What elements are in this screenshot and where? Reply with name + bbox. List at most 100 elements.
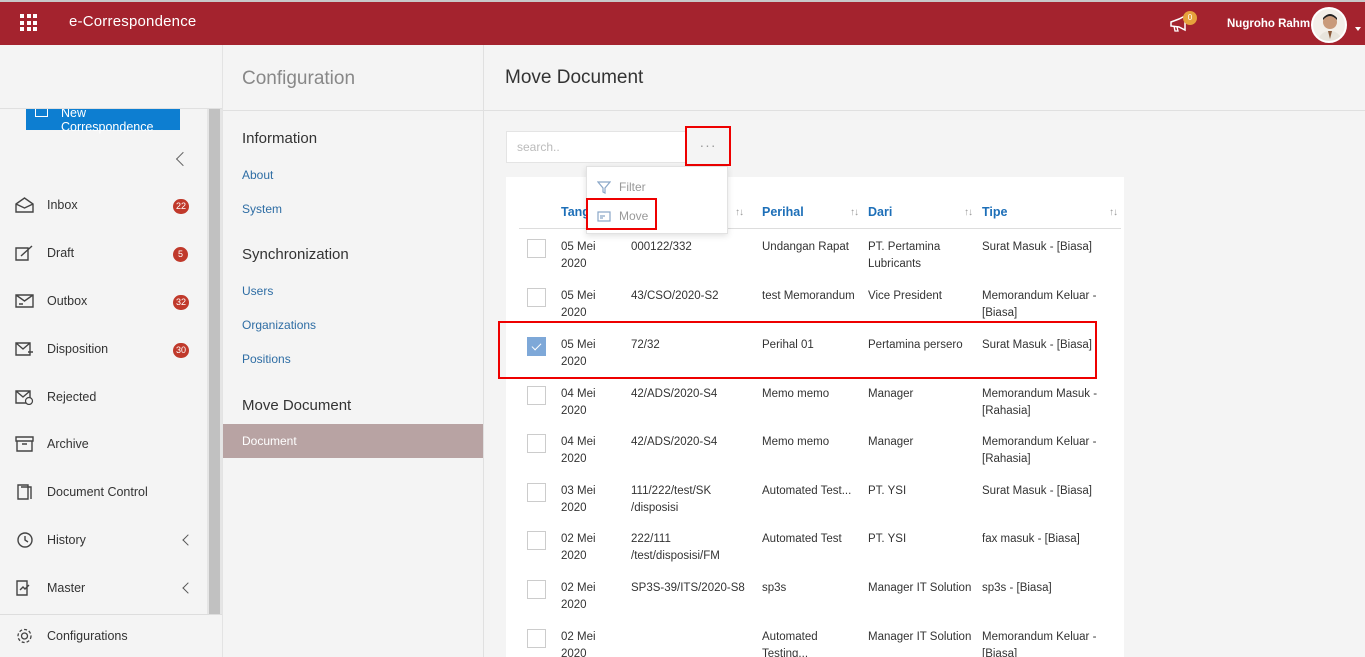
inbox-count-badge: 22 bbox=[173, 199, 190, 214]
row-dari: Manager bbox=[868, 436, 914, 448]
table-row[interactable]: 02 Mei 2020 SP3S-39/ITS/2020-S8 sp3s Manage… bbox=[519, 576, 1121, 625]
sidebar-item-master[interactable]: Master bbox=[0, 569, 205, 609]
row-checkbox[interactable] bbox=[527, 629, 546, 648]
row-number: 43/CSO/2020-S2 bbox=[631, 290, 719, 302]
row-date: 04 Mei 2020 bbox=[561, 388, 596, 417]
row-date: 04 Mei 2020 bbox=[561, 436, 596, 465]
config-link-about[interactable]: About bbox=[242, 168, 273, 182]
configuration-panel: Configuration Information About System S… bbox=[223, 45, 484, 657]
row-checkbox[interactable] bbox=[527, 434, 546, 453]
config-link-positions[interactable]: Positions bbox=[242, 352, 291, 366]
sidebar: New Correspondence Inbox 22 Draft 5 Outb… bbox=[0, 45, 223, 657]
table-row[interactable]: 03 Mei 2020 111/222/test/SK /disposisi Aut… bbox=[519, 479, 1121, 528]
row-dari: Vice President bbox=[868, 290, 942, 302]
column-header-dari[interactable]: Dari bbox=[868, 205, 892, 219]
row-checkbox[interactable] bbox=[527, 531, 546, 550]
sidebar-item-rejected[interactable]: Rejected bbox=[0, 378, 205, 418]
row-tipe: Memorandum Masuk - [Rahasia] bbox=[982, 388, 1098, 417]
apps-grid-icon[interactable] bbox=[20, 14, 37, 31]
sort-no-icon[interactable]: ↑↓ bbox=[735, 207, 744, 218]
avatar[interactable] bbox=[1311, 7, 1347, 43]
row-checkbox[interactable] bbox=[527, 288, 546, 307]
master-icon bbox=[16, 580, 30, 596]
row-number: 222/111 /test/disposisi/FM bbox=[631, 533, 720, 562]
user-name[interactable]: Nugroho Rahm bbox=[1227, 18, 1310, 30]
documents-table: Tang ↑↓ Perihal ↑↓ Dari ↑↓ Tipe ↑↓ 05 Me… bbox=[506, 177, 1124, 657]
row-checkbox[interactable] bbox=[527, 580, 546, 599]
search-input[interactable] bbox=[506, 131, 686, 163]
row-tipe: fax masuk - [Biasa] bbox=[982, 533, 1080, 545]
sidebar-item-archive[interactable]: Archive bbox=[0, 425, 205, 465]
sidebar-footer: Configurations bbox=[0, 614, 222, 657]
section-information: Information bbox=[242, 130, 318, 147]
more-options-button[interactable]: ··· bbox=[685, 126, 731, 166]
sort-tipe-icon[interactable]: ↑↓ bbox=[1109, 207, 1118, 218]
config-link-system[interactable]: System bbox=[242, 202, 282, 216]
sort-dari-icon[interactable]: ↑↓ bbox=[964, 207, 973, 218]
sidebar-scrollbar-thumb[interactable] bbox=[209, 109, 220, 614]
row-perihal: Automated Testing... bbox=[762, 631, 818, 657]
draft-count-badge: 5 bbox=[173, 247, 188, 262]
sidebar-item-draft[interactable]: Draft 5 bbox=[0, 234, 205, 274]
history-icon bbox=[17, 532, 33, 548]
sidebar-item-history[interactable]: History bbox=[0, 521, 205, 561]
sidebar-item-configurations[interactable]: Configurations bbox=[0, 617, 205, 657]
row-date: 05 Mei 2020 bbox=[561, 290, 596, 319]
inbox-icon bbox=[15, 197, 34, 213]
table-row[interactable]: 05 Mei 2020 000122/332 Undangan Rapat PT. P… bbox=[519, 235, 1121, 284]
row-checkbox[interactable] bbox=[527, 483, 546, 502]
ellipsis-icon: ··· bbox=[699, 137, 717, 153]
row-dari: PT. Pertamina Lubricants bbox=[868, 241, 941, 270]
configuration-header: Configuration bbox=[223, 45, 483, 111]
row-number: 000122/332 bbox=[631, 241, 692, 253]
row-number: 42/ADS/2020-S4 bbox=[631, 436, 718, 448]
draft-icon bbox=[15, 245, 33, 261]
row-number: SP3S-39/ITS/2020-S8 bbox=[631, 582, 745, 594]
column-header-perihal[interactable]: Perihal bbox=[762, 205, 804, 219]
sort-perihal-icon[interactable]: ↑↓ bbox=[850, 207, 859, 218]
history-expand-chevron-icon[interactable] bbox=[182, 534, 194, 546]
sidebar-item-document-control[interactable]: Document Control bbox=[0, 473, 205, 513]
config-link-document[interactable]: Document bbox=[223, 424, 483, 458]
row-perihal: Automated Test... bbox=[762, 485, 852, 497]
notification-badge: 0 bbox=[1183, 11, 1197, 25]
table-row[interactable]: 04 Mei 2020 42/ADS/2020-S4 Memo memo Manage… bbox=[519, 382, 1121, 431]
filter-icon bbox=[597, 181, 611, 194]
section-synchronization: Synchronization bbox=[242, 246, 349, 263]
row-tipe: Surat Masuk - [Biasa] bbox=[982, 485, 1092, 497]
page-title: Move Document bbox=[505, 67, 644, 88]
row-checkbox[interactable] bbox=[527, 239, 546, 258]
row-perihal: sp3s bbox=[762, 582, 787, 594]
config-link-organizations[interactable]: Organizations bbox=[242, 318, 316, 332]
top-bar: e-Correspondence 0 Nugroho Rahm bbox=[0, 0, 1365, 45]
row-dari: PT. YSI bbox=[868, 485, 907, 497]
table-row[interactable]: 04 Mei 2020 42/ADS/2020-S4 Memo memo Manage… bbox=[519, 430, 1121, 479]
row-tipe: Memorandum Keluar - [Biasa] bbox=[982, 290, 1097, 319]
row-perihal: Memo memo bbox=[762, 388, 830, 400]
sidebar-item-inbox[interactable]: Inbox 22 bbox=[0, 186, 205, 226]
move-option-highlight bbox=[586, 198, 657, 230]
row-checkbox[interactable] bbox=[527, 386, 546, 405]
row-date: 02 Mei 2020 bbox=[561, 582, 596, 611]
config-link-users[interactable]: Users bbox=[242, 284, 273, 298]
row-perihal: Memo memo bbox=[762, 436, 830, 448]
user-menu-caret-icon[interactable] bbox=[1355, 27, 1361, 31]
selected-row-highlight bbox=[498, 321, 1097, 379]
row-perihal: Automated Test bbox=[762, 533, 842, 545]
table-row[interactable]: 02 Mei 2020 222/111 /test/disposisi/FM Aut… bbox=[519, 527, 1121, 576]
sidebar-item-disposition[interactable]: Disposition 30 bbox=[0, 330, 205, 370]
row-perihal: test Memorandum bbox=[762, 290, 855, 302]
disposition-count-badge: 30 bbox=[173, 343, 190, 358]
section-move-document: Move Document bbox=[242, 397, 352, 414]
archive-icon bbox=[15, 436, 34, 452]
column-header-tipe[interactable]: Tipe bbox=[982, 205, 1007, 219]
row-tipe: sp3s - [Biasa] bbox=[982, 582, 1052, 594]
row-dari: Manager bbox=[868, 388, 914, 400]
gear-icon bbox=[17, 628, 32, 644]
master-expand-chevron-icon[interactable] bbox=[182, 582, 194, 594]
table-row[interactable]: 02 Mei 2020 Automated Testing... Manager I… bbox=[519, 625, 1121, 657]
row-dari: Manager IT Solution bbox=[868, 582, 972, 594]
sidebar-item-outbox[interactable]: Outbox 32 bbox=[0, 282, 205, 322]
collapse-sidebar-icon[interactable] bbox=[175, 151, 191, 167]
main-header: Move Document bbox=[484, 45, 1365, 111]
